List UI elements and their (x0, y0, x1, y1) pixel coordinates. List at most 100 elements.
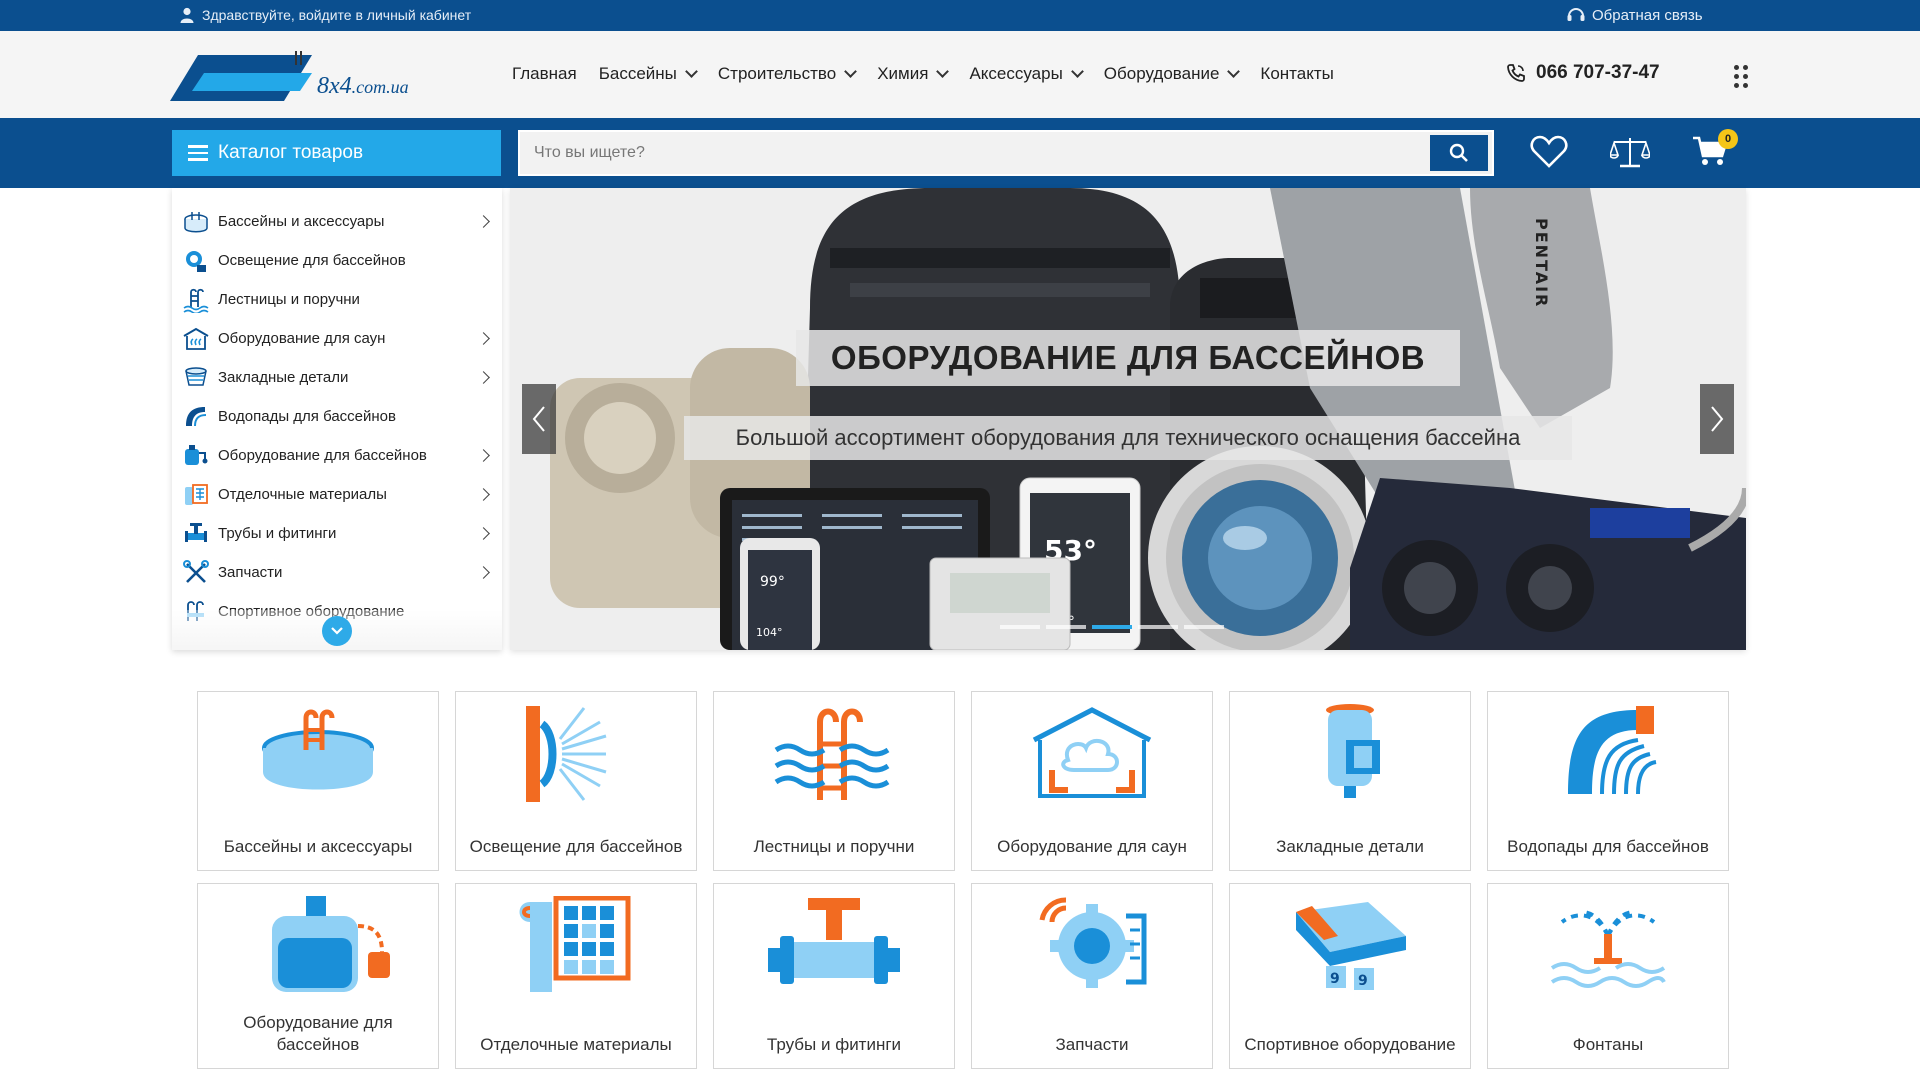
sidebar-item-label: Запчасти (218, 564, 283, 581)
user-icon (180, 7, 194, 23)
category-card-ladders[interactable]: Лестницы и поручни (713, 691, 955, 871)
category-card-spare-parts[interactable]: Запчасти (971, 883, 1213, 1069)
waterfall-icon (1568, 706, 1657, 795)
category-label: Трубы и фитинги (766, 1035, 902, 1054)
sidebar-item-ladders[interactable]: Лестницы и поручни (172, 280, 502, 319)
slider-dot[interactable] (1046, 625, 1086, 629)
chevron-down-icon (844, 65, 858, 78)
finishing-icon (519, 896, 631, 992)
category-card-sport[interactable]: 99 Спортивное оборудование (1229, 883, 1471, 1069)
sauna-icon (1032, 707, 1152, 798)
login-link[interactable]: Здравствуйте, войдите в личный кабинет (180, 7, 471, 23)
category-card-sauna[interactable]: Оборудование для саун (971, 691, 1213, 871)
category-card-fountains[interactable]: Фонтаны (1487, 883, 1729, 1069)
chevron-right-icon (477, 449, 490, 462)
site-logo[interactable]: 8x4.com.ua (170, 51, 450, 107)
category-card-pool-equipment[interactable]: Оборудование для бассейнов (197, 883, 439, 1069)
nav-item-equipment[interactable]: Оборудование (1104, 64, 1241, 84)
cart-button[interactable]: 0 (1692, 129, 1738, 171)
chevron-left-icon (532, 406, 545, 432)
sidebar-item-pipes[interactable]: Трубы и фитинги (172, 514, 502, 553)
category-card-pipes[interactable]: Трубы и фитинги (713, 883, 955, 1069)
chevron-right-icon (1711, 406, 1724, 432)
pool-icon (262, 709, 374, 790)
category-label: Оборудование для бассейнов (243, 1013, 393, 1054)
nav-item-accessories[interactable]: Аксессуары (969, 64, 1084, 84)
nav-item-construction[interactable]: Строительство (717, 64, 858, 84)
slider-dot[interactable] (1138, 625, 1178, 629)
sport-icon: 99 (1296, 902, 1406, 990)
slider-pagination (1000, 625, 1224, 629)
category-card-pools[interactable]: Бассейны и аксессуары (197, 691, 439, 871)
category-label: Закладные детали (1276, 837, 1424, 856)
svg-text:99°: 99° (760, 574, 785, 590)
svg-text:9: 9 (1358, 973, 1368, 989)
logo-text: 8x4.com.ua (317, 73, 409, 100)
search-button[interactable] (1430, 135, 1488, 171)
chevron-down-icon (1070, 65, 1084, 78)
slider-prev-button[interactable] (522, 384, 556, 454)
category-card-waterfalls[interactable]: Водопады для бассейнов (1487, 691, 1729, 871)
catalog-button[interactable]: Каталог товаров (172, 130, 501, 176)
more-menu-icon[interactable] (1734, 65, 1750, 89)
light-icon (526, 706, 607, 802)
chevron-right-icon (477, 332, 490, 345)
sidebar-item-sauna[interactable]: Оборудование для саун (172, 319, 502, 358)
ladder-icon (774, 708, 890, 800)
compare-button[interactable] (1608, 135, 1652, 171)
category-card-finishing[interactable]: Отделочные материалы (455, 883, 697, 1069)
slider-dot[interactable] (1000, 625, 1040, 629)
sidebar-item-label: Освещение для бассейнов (218, 252, 406, 269)
main-nav: Главная Бассейны Строительство Химия Акс… (512, 64, 1356, 84)
sidebar-item-label: Трубы и фитинги (218, 525, 337, 542)
slide-brand-text: PENTAIR (1532, 218, 1551, 308)
catalog-side-menu: Бассейны и аксессуары Освещение для басс… (172, 188, 502, 650)
heart-icon (1530, 135, 1568, 168)
feedback-text: Обратная связь (1592, 6, 1703, 24)
sidebar-item-pools[interactable]: Бассейны и аксессуары (172, 202, 502, 241)
slider-dot-active[interactable] (1092, 625, 1132, 629)
menu-scroll-down-button[interactable] (322, 616, 352, 646)
nav-item-contacts[interactable]: Контакты (1260, 64, 1333, 84)
sidebar-item-waterfalls[interactable]: Водопады для бассейнов (172, 397, 502, 436)
nav-item-chemistry[interactable]: Химия (877, 64, 950, 84)
nav-label: Строительство (717, 64, 837, 83)
wishlist-button[interactable] (1530, 135, 1570, 171)
category-label: Отделочные материалы (480, 1035, 672, 1054)
slider-next-button[interactable] (1700, 384, 1734, 454)
search-input[interactable] (534, 132, 1394, 174)
nav-label: Контакты (1260, 64, 1334, 83)
category-card-embedded-parts[interactable]: Закладные детали (1229, 691, 1471, 871)
sidebar-item-embedded-parts[interactable]: Закладные детали (172, 358, 502, 397)
top-bar: Здравствуйте, войдите в личный кабинет О… (0, 0, 1920, 31)
tools-icon (1039, 897, 1147, 988)
nav-label: Бассейны (598, 64, 677, 83)
nav-label: Химия (877, 64, 929, 83)
sidebar-item-label: Отделочные материалы (218, 486, 387, 503)
ladder-icon (183, 288, 209, 313)
chevron-right-icon (477, 527, 490, 540)
nav-label: Главная (512, 64, 577, 83)
feedback-link[interactable]: Обратная связь (1566, 6, 1703, 24)
sidebar-item-lighting[interactable]: Освещение для бассейнов (172, 241, 502, 280)
chevron-down-icon (331, 627, 343, 635)
search-icon (1449, 143, 1468, 162)
login-text: Здравствуйте, войдите в личный кабинет (202, 7, 472, 23)
slider-dot[interactable] (1184, 625, 1224, 629)
chevron-down-icon (685, 65, 698, 78)
nav-item-home[interactable]: Главная (512, 64, 577, 84)
svg-text:9: 9 (1330, 971, 1340, 987)
category-card-lighting[interactable]: Освещение для бассейнов (455, 691, 697, 871)
sidebar-item-label: Водопады для бассейнов (218, 408, 396, 425)
hero-slider: 99° 104° 53° 97° PENTAIR ОБОРУДОВАНИЕ ДЛ… (510, 188, 1746, 650)
phone-link[interactable]: 066 707-37-47 (1506, 62, 1660, 84)
nav-item-pools[interactable]: Бассейны (598, 64, 698, 84)
chevron-down-icon (936, 65, 950, 78)
sidebar-item-finishing[interactable]: Отделочные материалы (172, 475, 502, 514)
search-box (518, 130, 1494, 176)
sidebar-item-spare-parts[interactable]: Запчасти (172, 553, 502, 592)
sidebar-item-pool-equipment[interactable]: Оборудование для бассейнов (172, 436, 502, 475)
pipes-icon (768, 898, 900, 984)
tools-icon (183, 559, 209, 583)
pool-equipment-icon (272, 896, 390, 992)
